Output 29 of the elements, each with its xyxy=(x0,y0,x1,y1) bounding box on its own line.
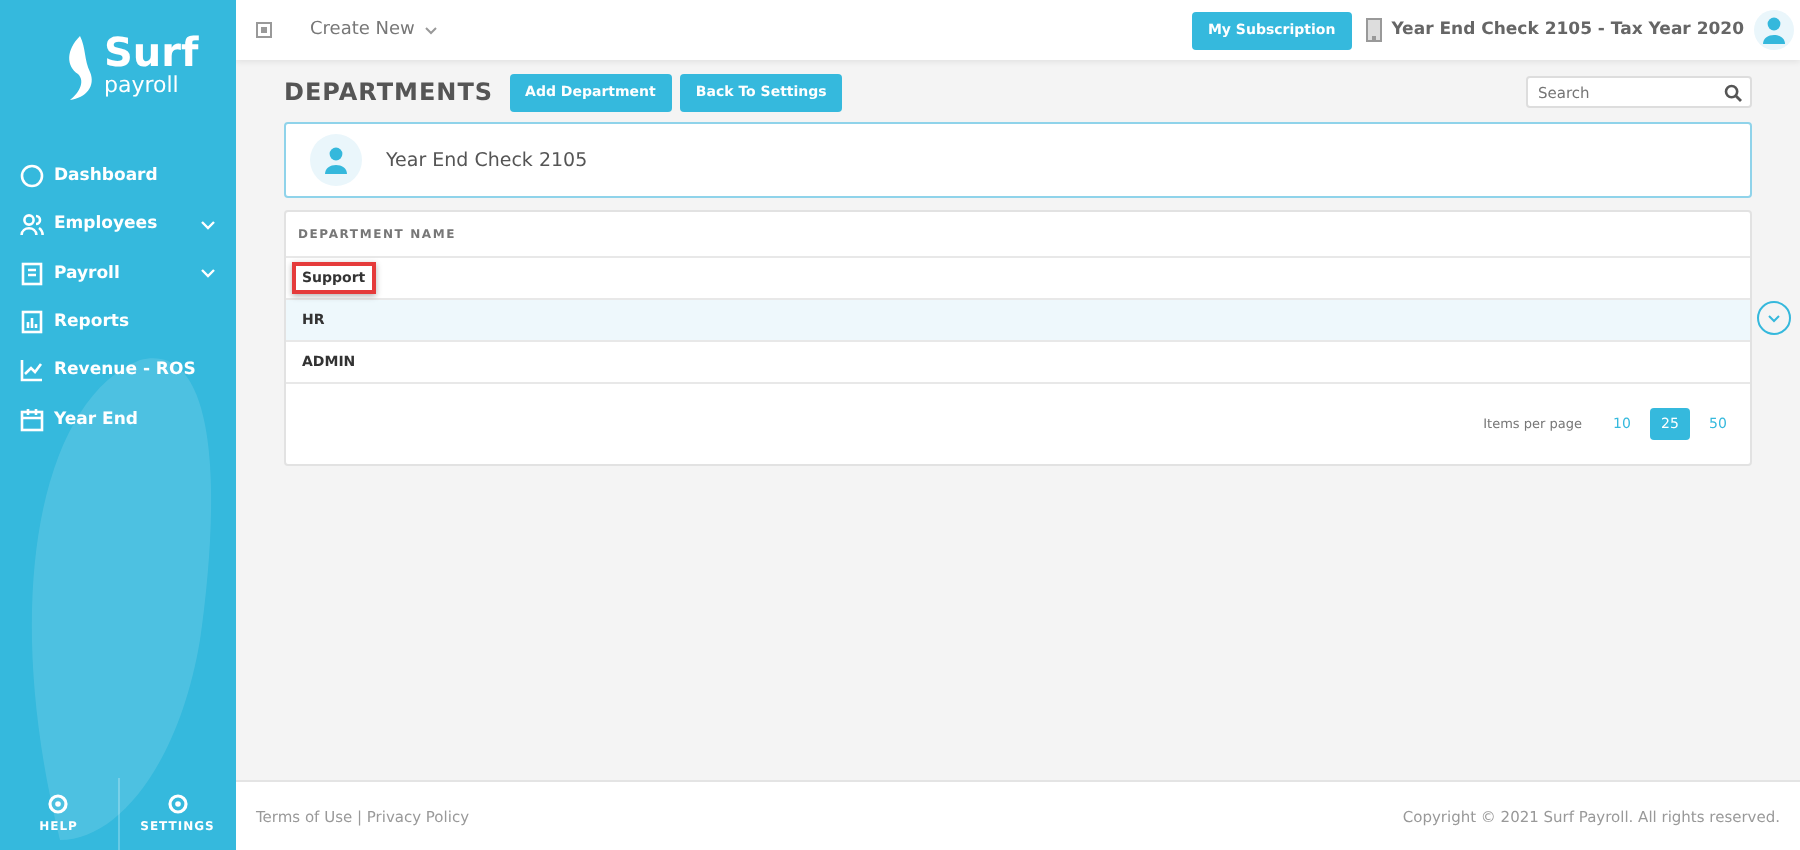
sidebar-toggle-icon[interactable] xyxy=(256,22,272,38)
nav-icon xyxy=(20,358,44,383)
chevron-down-icon[interactable] xyxy=(1756,300,1792,336)
company-name: Year End Check 2105 - Tax Year 2020 xyxy=(1391,20,1744,40)
chevron-down-icon xyxy=(200,268,216,279)
nav-item[interactable]: Employees xyxy=(0,200,236,250)
search-icon xyxy=(1724,84,1742,102)
nav-item[interactable]: Dashboard xyxy=(0,152,236,201)
nav-item[interactable]: Payroll xyxy=(0,249,236,298)
logo-subtext: payroll xyxy=(104,74,181,96)
nav-item[interactable]: Year End xyxy=(0,394,236,444)
nav-item[interactable]: Reports xyxy=(0,297,236,347)
nav-item[interactable]: Revenue - ROS xyxy=(0,346,236,395)
nav-icon xyxy=(20,164,44,189)
user-avatar[interactable] xyxy=(1754,10,1794,50)
nav-icon xyxy=(20,212,44,237)
company-name: Year End Check 2105 xyxy=(386,149,588,171)
circle-icon xyxy=(167,794,188,814)
nav-icon xyxy=(20,261,44,286)
chevron-down-icon xyxy=(200,219,216,230)
nav-icon xyxy=(20,310,44,335)
circle-icon xyxy=(48,794,69,814)
page-title: DEPARTMENTS xyxy=(284,78,494,106)
logo-text: Surf xyxy=(104,32,199,72)
create-new-menu[interactable]: Create New xyxy=(310,20,415,40)
nav-icon xyxy=(20,407,44,432)
user-avatar xyxy=(310,134,362,186)
chevron-down-icon xyxy=(424,25,439,35)
building-icon xyxy=(1365,18,1382,42)
